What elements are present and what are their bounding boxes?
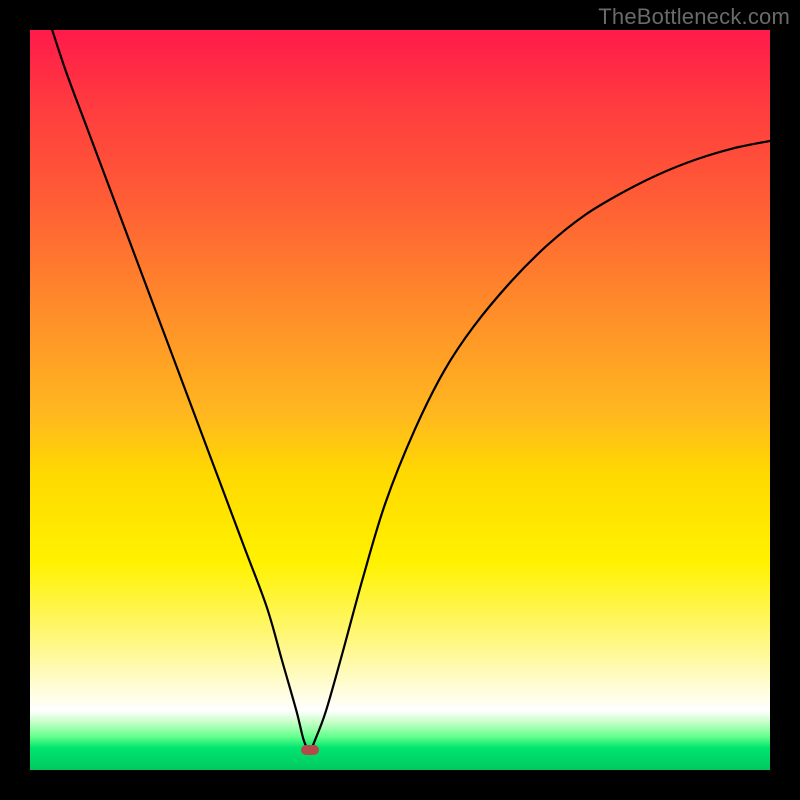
optimal-point-marker (301, 745, 319, 755)
chart-frame: TheBottleneck.com (0, 0, 800, 800)
bottleneck-curve (30, 30, 770, 770)
watermark-text: TheBottleneck.com (598, 4, 790, 30)
plot-area (30, 30, 770, 770)
